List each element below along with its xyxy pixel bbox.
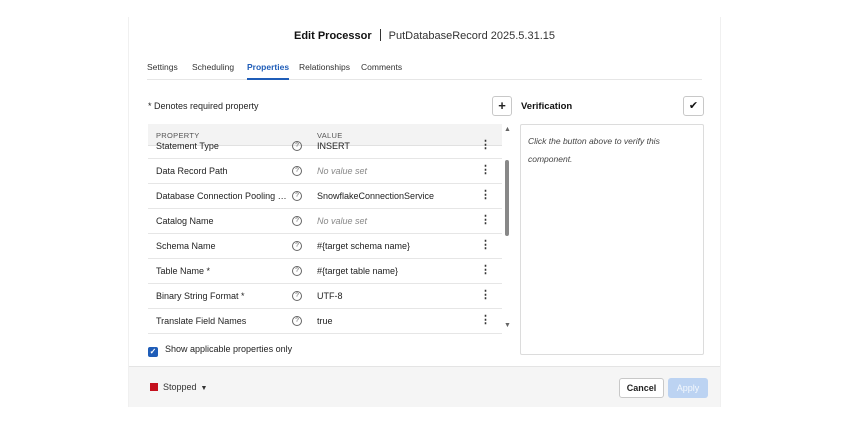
checkmark-icon: ✔: [688, 100, 699, 112]
verification-title: Verification: [521, 101, 573, 112]
table-row[interactable]: Catalog Name? No value set ⋮: [148, 209, 502, 234]
property-value[interactable]: INSERT: [317, 141, 477, 151]
apply-button[interactable]: Apply: [668, 378, 708, 398]
cancel-button[interactable]: Cancel: [619, 378, 664, 398]
kebab-menu-icon[interactable]: ⋮: [480, 314, 491, 328]
property-name: Binary String Format *: [156, 291, 245, 301]
show-applicable-checkbox[interactable]: ✓: [148, 347, 158, 357]
tab-bar: Settings Scheduling Properties Relations…: [147, 62, 702, 80]
kebab-menu-icon[interactable]: ⋮: [480, 239, 491, 253]
table-row[interactable]: Binary String Format *? UTF-8 ⋮: [148, 284, 502, 309]
kebab-menu-icon[interactable]: ⋮: [480, 189, 491, 203]
property-value[interactable]: No value set: [317, 166, 477, 176]
property-name: Translate Field Names: [156, 316, 247, 326]
dialog-title: Edit Processor: [294, 30, 372, 42]
help-icon[interactable]: ?: [292, 166, 302, 176]
dialog-header: Edit Processor PutDatabaseRecord 2025.5.3…: [129, 29, 720, 42]
help-icon[interactable]: ?: [292, 291, 302, 301]
required-property-note: * Denotes required property: [148, 101, 259, 111]
property-value[interactable]: #{target schema name}: [317, 241, 477, 251]
property-value[interactable]: UTF-8: [317, 291, 477, 301]
property-name: Schema Name: [156, 241, 216, 251]
table-row[interactable]: Translate Field Names? true ⋮: [148, 309, 502, 334]
table-row[interactable]: Data Record Path? No value set ⋮: [148, 159, 502, 184]
stopped-status-icon: [150, 383, 158, 391]
show-applicable-label: Show applicable properties only: [165, 344, 293, 354]
scroll-thumb[interactable]: [505, 160, 509, 236]
dialog-subtitle: PutDatabaseRecord 2025.5.31.15: [388, 30, 555, 42]
help-icon[interactable]: ?: [292, 191, 302, 201]
table-row[interactable]: Schema Name? #{target schema name} ⋮: [148, 234, 502, 259]
property-name: Statement Type: [156, 141, 219, 151]
edit-processor-dialog: Edit Processor PutDatabaseRecord 2025.5.3…: [128, 17, 721, 407]
property-value[interactable]: #{target table name}: [317, 266, 477, 276]
tab-scheduling[interactable]: Scheduling: [192, 62, 234, 80]
property-value[interactable]: true: [317, 316, 477, 326]
kebab-menu-icon[interactable]: ⋮: [480, 264, 491, 278]
help-icon[interactable]: ?: [292, 216, 302, 226]
help-icon[interactable]: ?: [292, 266, 302, 276]
kebab-menu-icon[interactable]: ⋮: [480, 139, 491, 153]
verification-message: Click the button above to verify this co…: [528, 136, 660, 164]
dialog-footer: Stopped ▼ Cancel Apply: [129, 366, 720, 407]
property-name: Database Connection Pooling Service: [156, 191, 292, 201]
add-property-button[interactable]: +: [492, 96, 512, 116]
table-row[interactable]: Statement Type? INSERT ⋮: [148, 134, 502, 159]
tab-properties[interactable]: Properties: [247, 62, 290, 80]
property-value[interactable]: SnowflakeConnectionService: [317, 191, 477, 201]
show-applicable-toggle[interactable]: ✓ Show applicable properties only: [148, 344, 292, 357]
help-icon[interactable]: ?: [292, 141, 302, 151]
table-row[interactable]: Database Connection Pooling Service? Snow…: [148, 184, 502, 209]
table-scrollbar[interactable]: ▲ ▼: [502, 126, 512, 337]
help-icon[interactable]: ?: [292, 241, 302, 251]
scroll-up-arrow-icon[interactable]: ▲: [504, 126, 511, 133]
caret-down-icon: ▼: [200, 385, 208, 392]
verify-button[interactable]: ✔: [683, 96, 704, 116]
verification-panel: Click the button above to verify this co…: [520, 124, 704, 355]
property-name: Catalog Name: [156, 216, 214, 226]
property-value[interactable]: No value set: [317, 216, 477, 226]
table-row[interactable]: Table Name *? #{target table name} ⋮: [148, 259, 502, 284]
kebab-menu-icon[interactable]: ⋮: [480, 214, 491, 228]
run-status-label: Stopped: [163, 382, 197, 392]
kebab-menu-icon[interactable]: ⋮: [480, 289, 491, 303]
tab-relationships[interactable]: Relationships: [299, 62, 350, 80]
property-name: Data Record Path: [156, 166, 228, 176]
run-status-dropdown[interactable]: Stopped ▼: [150, 382, 207, 392]
properties-table: PROPERTY VALUE Statement Type? INSERT ⋮ Dat…: [148, 124, 502, 337]
scroll-down-arrow-icon[interactable]: ▼: [504, 322, 511, 329]
kebab-menu-icon[interactable]: ⋮: [480, 164, 491, 178]
tab-comments[interactable]: Comments: [361, 62, 402, 80]
property-name: Table Name *: [156, 266, 211, 276]
table-body: Statement Type? INSERT ⋮ Data Record Path? N…: [148, 134, 502, 334]
help-icon[interactable]: ?: [292, 316, 302, 326]
tab-settings[interactable]: Settings: [147, 62, 178, 80]
title-separator: [379, 29, 381, 41]
